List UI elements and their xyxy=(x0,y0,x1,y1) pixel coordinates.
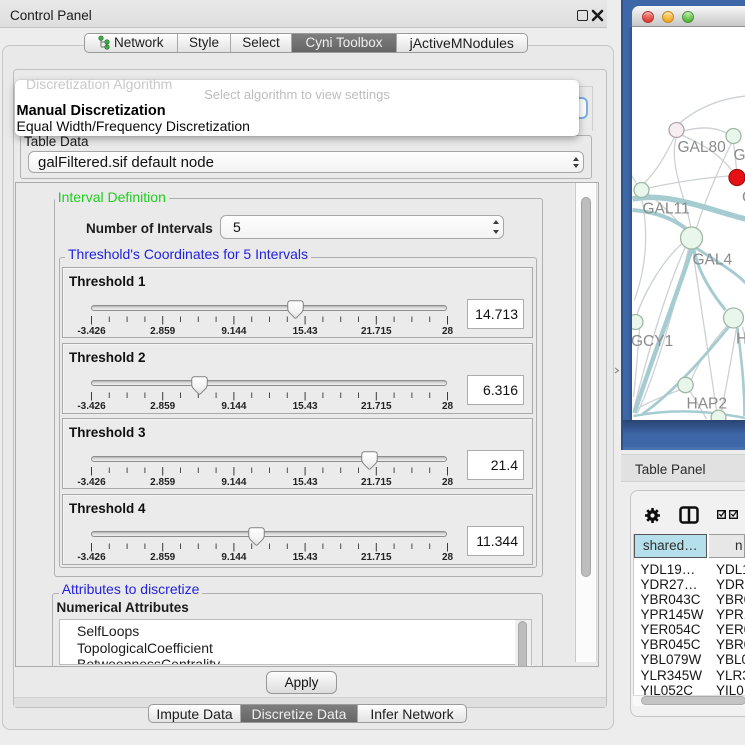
svg-text:HAP2: HAP2 xyxy=(686,396,727,413)
svg-text:GCY1: GCY1 xyxy=(632,333,673,350)
svg-text:H: H xyxy=(736,331,745,348)
svg-text:GA: GA xyxy=(733,147,745,164)
svg-text:GAL4: GAL4 xyxy=(692,252,732,269)
svg-text:GAL11: GAL11 xyxy=(642,201,689,218)
svg-text:GAL80: GAL80 xyxy=(677,139,726,156)
svg-text:C: C xyxy=(742,189,745,206)
